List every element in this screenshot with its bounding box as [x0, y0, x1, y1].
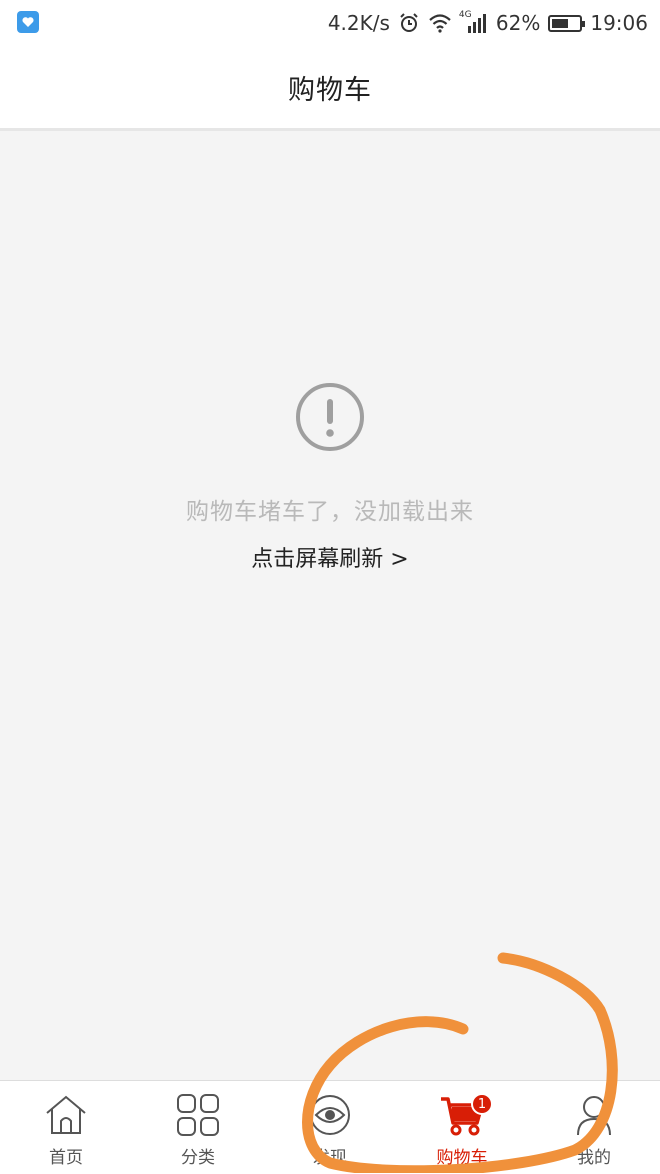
- eye-icon: [308, 1093, 352, 1141]
- network-type: 4G: [458, 10, 472, 20]
- tab-home-label: 首页: [49, 1148, 83, 1168]
- refresh-link[interactable]: 点击屏幕刷新 >: [0, 541, 660, 573]
- alarm-icon: [398, 12, 420, 34]
- tab-cart[interactable]: 1 购物车: [396, 1081, 528, 1174]
- tab-bar: 首页 分类 发现 1 购物车 我的: [0, 1080, 660, 1174]
- tab-discover-label: 发现: [313, 1148, 347, 1168]
- grid-icon: [176, 1093, 220, 1141]
- home-icon: [44, 1093, 88, 1141]
- battery-percent: 62%: [495, 11, 541, 35]
- user-icon: [572, 1093, 616, 1141]
- tab-cart-label: 购物车: [436, 1148, 488, 1168]
- cart-badge: 1: [471, 1093, 493, 1115]
- tab-category[interactable]: 分类: [132, 1081, 264, 1174]
- wifi-icon: [428, 13, 452, 33]
- error-message: 购物车堵车了，没加载出来: [186, 499, 474, 525]
- header: 购物车: [0, 46, 660, 131]
- battery-icon: [548, 14, 586, 32]
- page-title: 购物车: [288, 74, 372, 106]
- clock: 19:06: [590, 11, 648, 35]
- tab-me[interactable]: 我的: [528, 1081, 660, 1174]
- exclamation-circle-icon: [294, 381, 366, 453]
- battery-fill: [552, 18, 569, 28]
- tab-discover[interactable]: 发现: [264, 1081, 396, 1174]
- tab-category-label: 分类: [181, 1148, 215, 1168]
- tab-home[interactable]: 首页: [0, 1081, 132, 1174]
- error-state[interactable]: [0, 131, 660, 1079]
- status-bar: 4.2K/s 4G 62% 19:06: [0, 0, 660, 46]
- tab-me-label: 我的: [577, 1148, 611, 1168]
- signal-icon: 4G: [458, 10, 488, 34]
- app-notification-icon: [17, 11, 39, 33]
- network-speed: 4.2K/s: [327, 11, 390, 35]
